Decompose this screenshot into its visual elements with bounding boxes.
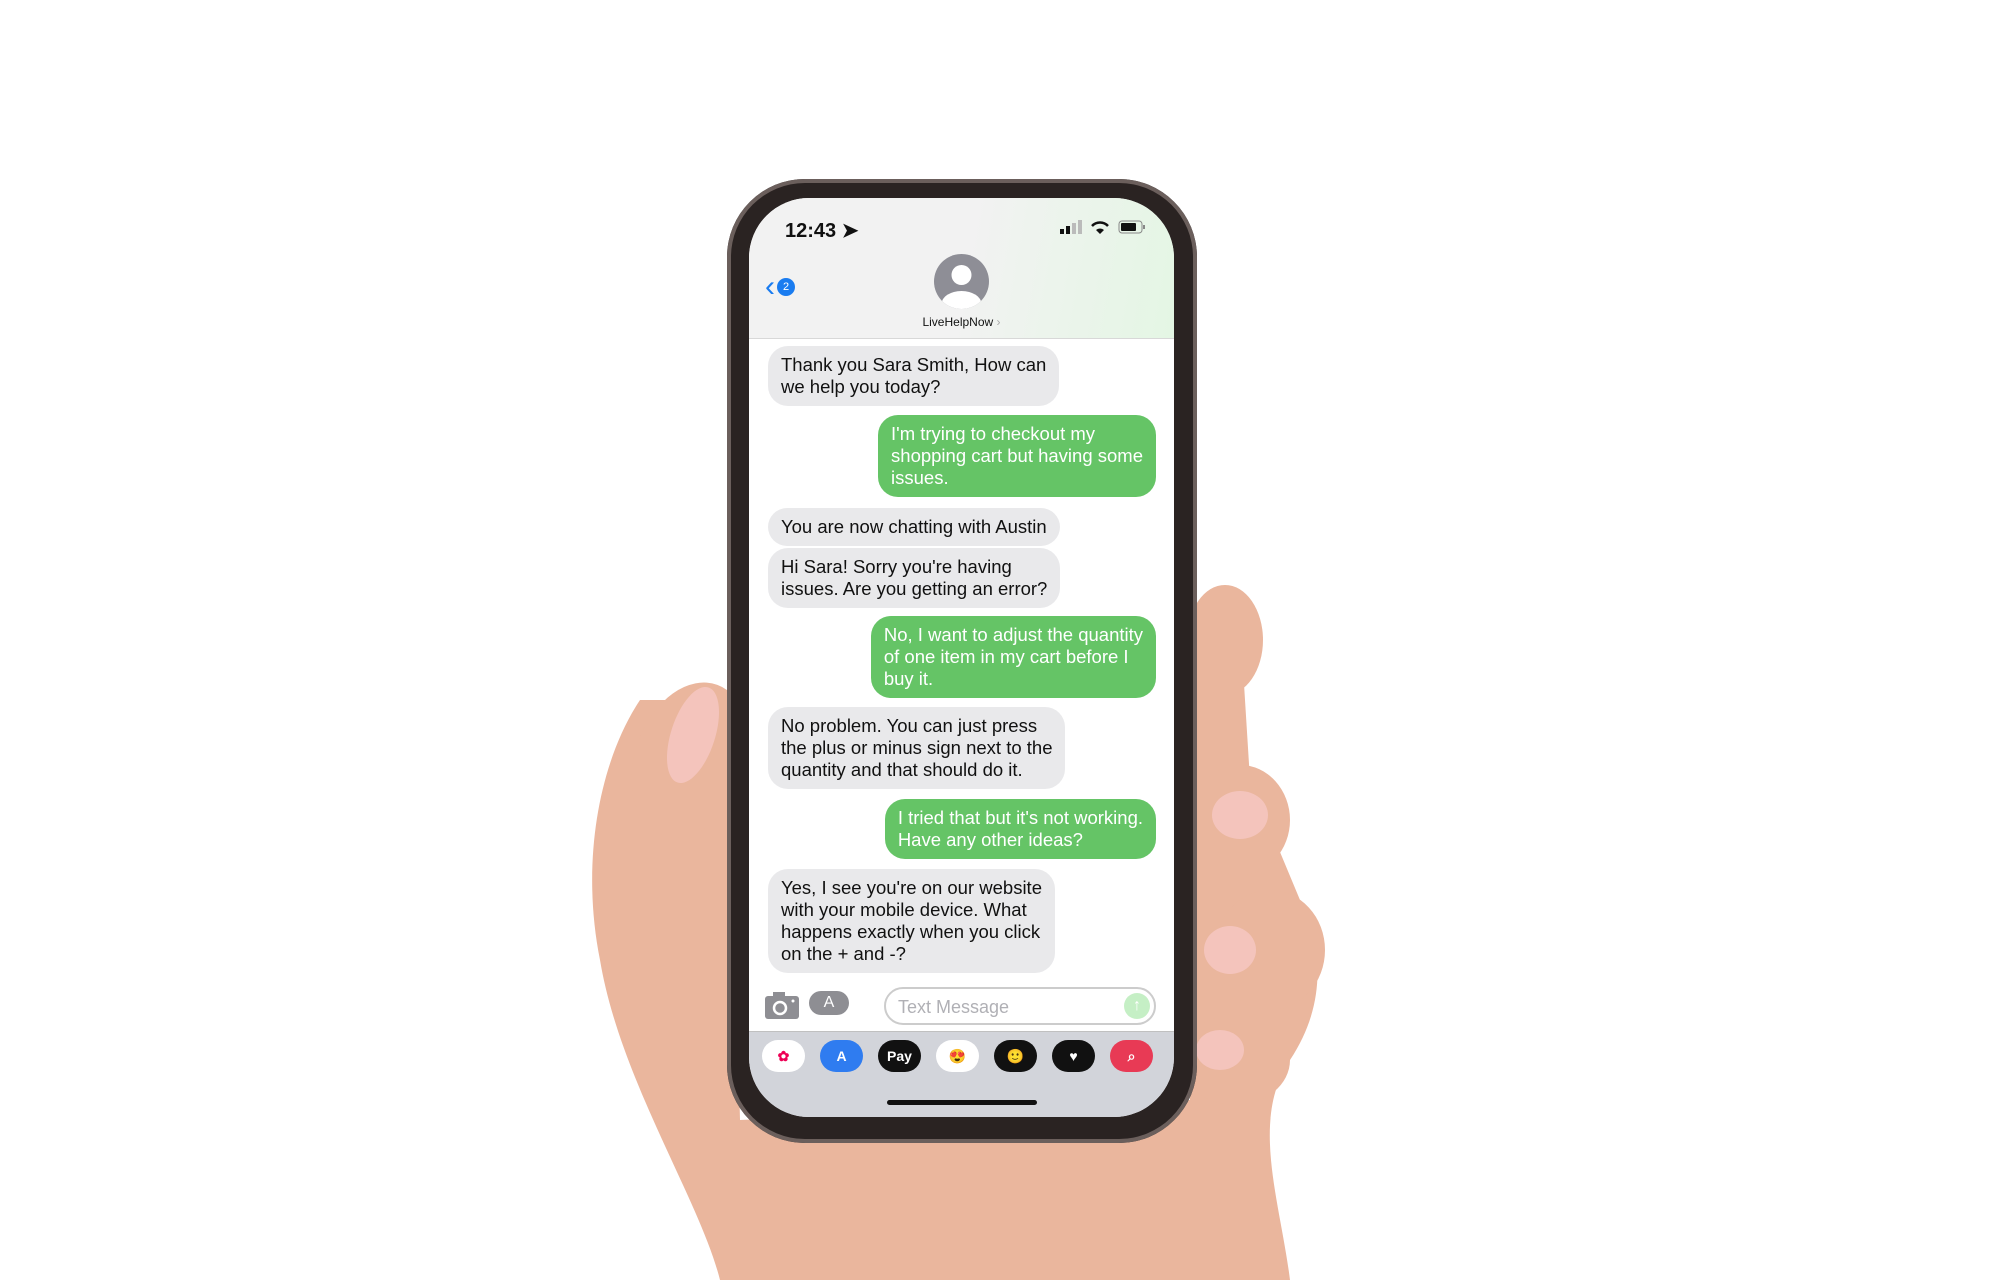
sent-message-bubble[interactable]: I'm trying to checkout my shopping cart b… [878, 415, 1156, 497]
back-button[interactable]: ‹ 2 [765, 270, 795, 304]
messages-screen: 12:43 ➤ ‹ 2 LiveHelpNow › Thank you Sara … [749, 198, 1174, 1117]
arrow-up-icon: ↑ [1133, 997, 1141, 1014]
message-text-line: we help you today? [781, 376, 941, 397]
camera-icon[interactable] [765, 991, 799, 1019]
signal-icon [1060, 220, 1082, 234]
status-icons [1060, 220, 1146, 234]
message-text-line: I'm trying to checkout my [891, 423, 1096, 444]
app-store-icon[interactable]: A [809, 991, 849, 1015]
app-digital-touch-icon[interactable]: ♥ [1052, 1040, 1095, 1072]
battery-icon [1118, 220, 1145, 234]
message-text-line: quantity and that should do it. [781, 759, 1023, 780]
status-time: 12:43 ➤ [785, 220, 859, 242]
message-text-line: You are now chatting with Austin [781, 516, 1047, 537]
app-apple-pay-icon[interactable]: Pay [878, 1040, 921, 1072]
message-text-line: buy it. [883, 668, 934, 689]
received-message-bubble[interactable]: Thank you Sara Smith, How can we help you… [768, 346, 1060, 406]
message-text-line: the plus or minus sign next to the [781, 737, 1053, 758]
received-message-bubble[interactable]: Hi Sara! Sorry you're having issues. Are … [768, 548, 1061, 608]
contact-name[interactable]: LiveHelpNow › [749, 315, 1174, 329]
app-images-search-icon[interactable]: ⌕ [1110, 1040, 1153, 1072]
unread-badge: 2 [777, 278, 795, 296]
sent-message-bubble[interactable]: I tried that but it's not working. Have a… [884, 799, 1156, 859]
message-text-line: happens exactly when you click [781, 921, 1041, 942]
message-text-line: Yes, I see you're on our website [781, 877, 1042, 898]
sent-message-bubble[interactable]: No, I want to adjust the quantity of one … [870, 616, 1156, 698]
app-drawer: ✿ A Pay 😍 🙂 ♥ ⌕ [749, 1031, 1174, 1117]
message-text-line: Thank you Sara Smith, How can [781, 354, 1047, 375]
contact-avatar[interactable] [934, 254, 989, 309]
message-text-line: with your mobile device. What [781, 899, 1027, 920]
chevron-left-icon: ‹ [765, 270, 775, 303]
app-app-store-icon[interactable]: A [820, 1040, 863, 1072]
received-message-bubble[interactable]: No problem. You can just press the plus o… [768, 707, 1066, 789]
person-icon [941, 265, 982, 309]
app-photos-icon[interactable]: ✿ [762, 1040, 805, 1072]
message-text-line: shopping cart but having some [891, 445, 1143, 466]
home-indicator[interactable] [887, 1100, 1037, 1105]
message-text-line: on the + and -? [781, 943, 906, 964]
chevron-right-icon: › [996, 315, 1001, 329]
received-message-bubble[interactable]: Yes, I see you're on our website with you… [768, 869, 1055, 973]
location-icon: ➤ [841, 220, 859, 242]
send-button[interactable]: ↑ [1124, 993, 1150, 1019]
text-message-input[interactable]: Text Message ↑ [884, 987, 1156, 1025]
message-text-line: Hi Sara! Sorry you're having [781, 556, 1012, 577]
received-message-bubble[interactable]: You are now chatting with Austin [768, 508, 1060, 546]
message-text-line: I tried that but it's not working. [897, 807, 1143, 828]
message-text-line: No problem. You can just press [781, 715, 1038, 736]
app-animoji-icon[interactable]: 🙂 [994, 1040, 1037, 1072]
conversation-header: 12:43 ➤ ‹ 2 LiveHelpNow › [749, 198, 1174, 339]
message-text-line: issues. [891, 467, 949, 488]
message-text-line: No, I want to adjust the quantity [883, 624, 1143, 645]
message-text-line: of one item in my cart before I [883, 646, 1129, 667]
wifi-icon [1091, 221, 1109, 234]
compose-bar: A Text Message ↑ [749, 987, 1174, 1027]
message-text-line: Have any other ideas? [897, 829, 1083, 850]
message-text-line: issues. Are you getting an error? [781, 578, 1048, 599]
app-memoji-stickers-icon[interactable]: 😍 [936, 1040, 979, 1072]
